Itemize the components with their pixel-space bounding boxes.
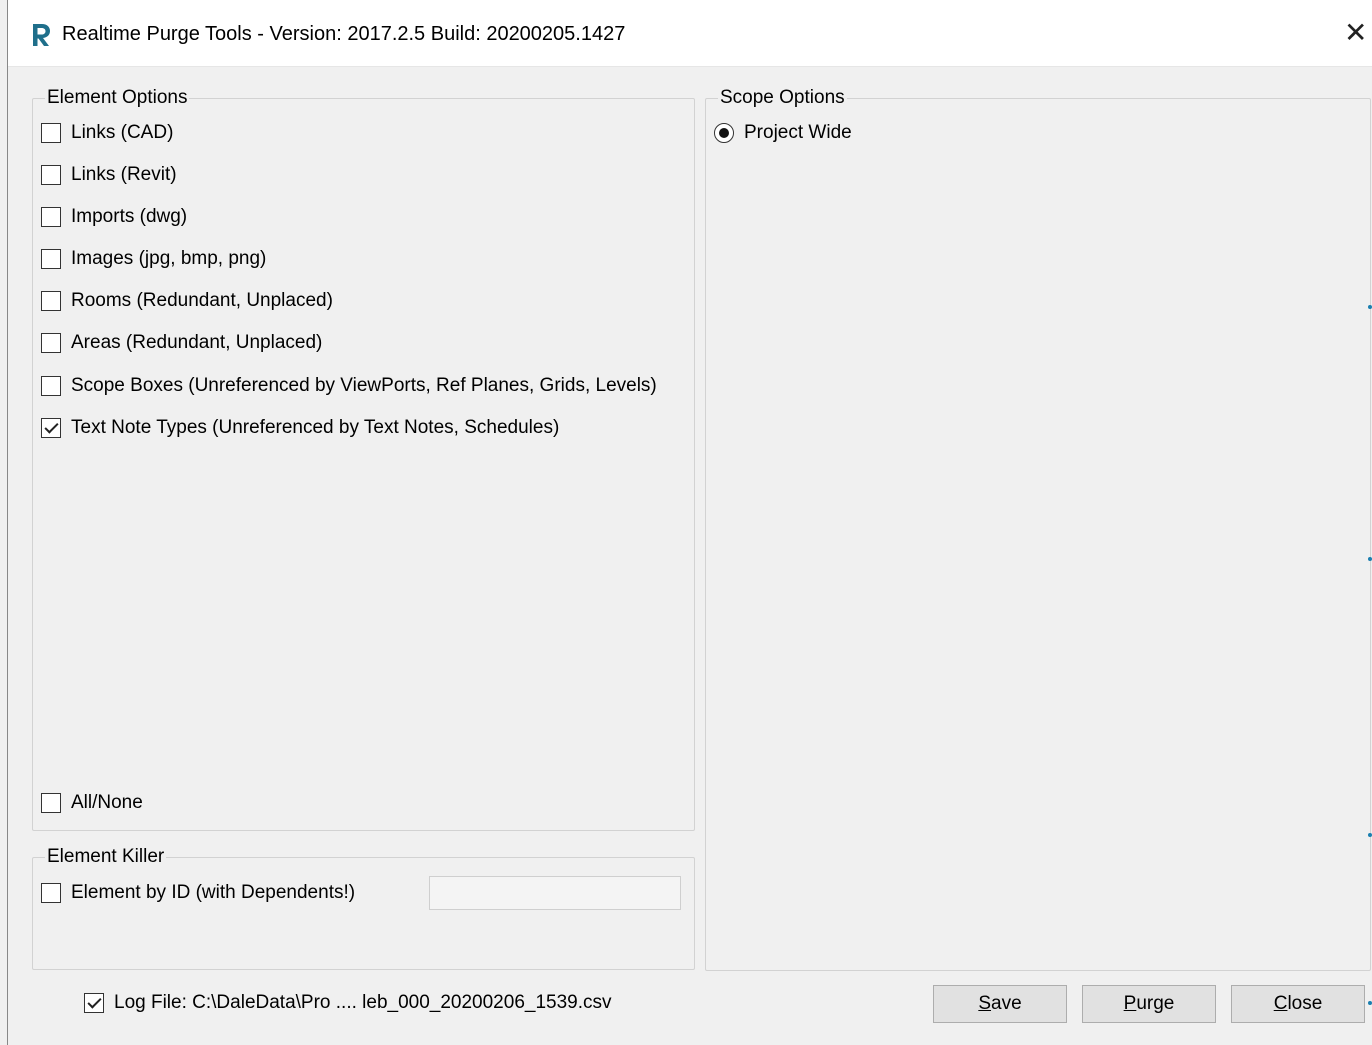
option-text-note-types[interactable]: Text Note Types (Unreferenced by Text No… [41, 415, 559, 441]
imports-dwg-label: Imports (dwg) [71, 206, 188, 227]
scope-boxes-checkbox[interactable] [41, 376, 61, 396]
option-rooms[interactable]: Rooms (Redundant, Unplaced) [41, 288, 333, 314]
option-images[interactable]: Images (jpg, bmp, png) [41, 246, 266, 272]
images-label: Images (jpg, bmp, png) [71, 248, 267, 269]
scope-boxes-label: Scope Boxes (Unreferenced by ViewPorts, … [71, 375, 657, 396]
option-scope-boxes[interactable]: Scope Boxes (Unreferenced by ViewPorts, … [41, 373, 657, 399]
text-note-types-checkbox[interactable] [41, 418, 61, 438]
resize-grip-mark [1368, 305, 1372, 309]
element-options-legend: Element Options [47, 87, 188, 108]
option-areas[interactable]: Areas (Redundant, Unplaced) [41, 330, 322, 356]
option-element-by-id[interactable]: Element by ID (with Dependents!) [41, 880, 355, 906]
close-window-icon[interactable]: ✕ [1344, 18, 1372, 48]
option-links-revit[interactable]: Links (Revit) [41, 162, 177, 188]
areas-checkbox[interactable] [41, 333, 61, 353]
rooms-checkbox[interactable] [41, 291, 61, 311]
links-revit-label: Links (Revit) [71, 164, 177, 185]
element-by-id-checkbox[interactable] [41, 883, 61, 903]
project-wide-label: Project Wide [744, 122, 852, 143]
links-revit-checkbox[interactable] [41, 165, 61, 185]
save-button[interactable]: Save [933, 985, 1067, 1023]
imports-dwg-checkbox[interactable] [41, 207, 61, 227]
text-note-types-label: Text Note Types (Unreferenced by Text No… [71, 417, 560, 438]
links-cad-label: Links (CAD) [71, 122, 174, 143]
project-wide-radio[interactable] [714, 123, 734, 143]
images-checkbox[interactable] [41, 249, 61, 269]
purge-button[interactable]: Purge [1082, 985, 1216, 1023]
log-file-checkbox[interactable] [84, 993, 104, 1013]
rooms-label: Rooms (Redundant, Unplaced) [71, 290, 333, 311]
purge-tools-window: Realtime Purge Tools - Version: 2017.2.5… [7, 0, 1372, 1045]
option-all-none[interactable]: All/None [41, 790, 143, 816]
window-title: Realtime Purge Tools - Version: 2017.2.5… [62, 23, 626, 45]
element-options-group: Element Options [32, 87, 695, 831]
resize-grip-mark [1368, 557, 1372, 561]
option-links-cad[interactable]: Links (CAD) [41, 120, 173, 146]
scope-options-legend: Scope Options [720, 87, 845, 108]
element-id-input[interactable] [429, 876, 681, 910]
log-file-label: Log File: C:\DaleData\Pro .... leb_000_2… [114, 992, 612, 1013]
element-by-id-label: Element by ID (with Dependents!) [71, 882, 356, 903]
close-button[interactable]: Close [1231, 985, 1365, 1023]
element-killer-legend: Element Killer [47, 846, 165, 867]
title-bar: Realtime Purge Tools - Version: 2017.2.5… [8, 0, 1372, 67]
scope-options-group: Scope Options [705, 87, 1371, 971]
option-imports-dwg[interactable]: Imports (dwg) [41, 204, 187, 230]
all-none-label: All/None [71, 792, 143, 813]
areas-label: Areas (Redundant, Unplaced) [71, 332, 323, 353]
resize-grip-mark [1368, 833, 1372, 837]
links-cad-checkbox[interactable] [41, 123, 61, 143]
scope-project-wide[interactable]: Project Wide [714, 120, 852, 146]
log-file-option[interactable]: Log File: C:\DaleData\Pro .... leb_000_2… [84, 990, 612, 1016]
resize-grip-mark [1368, 1001, 1372, 1005]
all-none-checkbox[interactable] [41, 793, 61, 813]
realtime-r-logo-icon [33, 24, 50, 46]
